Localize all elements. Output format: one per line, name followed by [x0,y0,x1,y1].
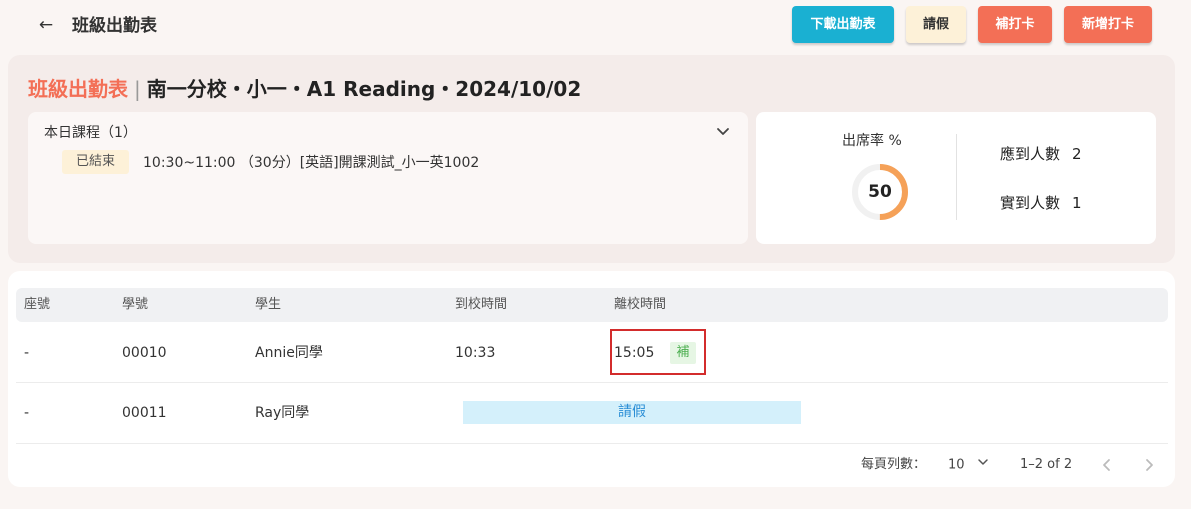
table-header: 座號 學號 學生 到校時間 離校時間 [16,288,1168,322]
makeup-tag: 補 [670,342,696,364]
summary-card: 班級出勤表 | 南一分校・小一・A1 Reading・2024/10/02 本日課程… [8,55,1175,263]
makeup-punch-button[interactable]: 補打卡 [978,6,1052,43]
cell-departure-time: 15:05 [614,345,655,361]
actual-count-label: 實到人數 [1000,194,1061,212]
rows-per-page-select[interactable]: 10 [948,454,989,476]
card-heading: 班級出勤表 | 南一分校・小一・A1 Reading・2024/10/02 [28,75,581,103]
expected-count-label: 應到人數 [1000,145,1061,163]
pagination-range: 1–2 of 2 [1020,457,1073,472]
cell-arrival-time: 10:33 [455,345,496,361]
attendance-table: 座號 學號 學生 到校時間 離校時間 - 00010 Annie同學 10:33… [8,271,1175,487]
attendance-rate-value: 50 [868,182,892,202]
chevron-right-icon[interactable] [1138,454,1160,476]
actual-count: 實到人數 1 [1000,192,1082,214]
actual-count-value: 1 [1072,194,1082,212]
chevron-down-icon[interactable] [712,121,734,143]
today-course-panel: 本日課程（1） 已結束 10:30~11:00 （30分）[英語]開課測試_小一… [28,112,748,244]
chevron-down-icon [977,454,989,476]
course-panel-title: 本日課程（1） [44,125,137,141]
course-detail: 10:30~11:00 （30分）[英語]開課測試_小一英1002 [143,155,480,171]
cell-student-name: Annie同學 [255,345,323,361]
heading-label: 班級出勤表 [28,77,128,101]
heading-class-info: 南一分校・小一・A1 Reading・2024/10/02 [146,77,582,101]
cell-student-id: 00010 [122,345,167,361]
back-arrow-icon[interactable]: ← [36,14,56,36]
download-attendance-button[interactable]: 下載出勤表 [792,6,894,43]
add-punch-button[interactable]: 新增打卡 [1064,6,1152,43]
cell-student-id: 00011 [122,405,167,421]
column-header-seat: 座號 [24,297,51,312]
attendance-stats-panel: 出席率 % 50 應到人數 2 實到人數 1 [756,112,1156,244]
status-badge: 已結束 [62,150,130,174]
column-header-arrival-time: 到校時間 [455,297,508,312]
top-bar: ← 班級出勤表 下載出勤表 請假 補打卡 新增打卡 [0,0,1191,50]
table-row[interactable]: - 00010 Annie同學 10:33 15:05 補 [16,322,1168,383]
rows-per-page-value: 10 [948,457,965,473]
rows-per-page-label: 每頁列數： [861,457,927,472]
column-header-departure-time: 離校時間 [614,297,667,312]
leave-button[interactable]: 請假 [906,6,966,43]
attendance-rate-label: 出席率 % [842,133,902,149]
leave-status-bar[interactable]: 請假 [463,401,801,424]
cell-student-name: Ray同學 [255,405,310,421]
page-title: 班級出勤表 [72,16,157,36]
expected-count-value: 2 [1072,145,1082,163]
table-row[interactable]: - 00011 Ray同學 請假 [16,383,1168,444]
course-item: 已結束 10:30~11:00 （30分）[英語]開課測試_小一英1002 [62,150,479,174]
column-header-student: 學生 [255,297,282,312]
heading-separator: | [134,77,141,101]
chevron-left-icon[interactable] [1096,454,1118,476]
stats-divider [956,134,957,220]
column-header-student-id: 學號 [122,297,149,312]
cell-seat: - [24,405,30,421]
expected-count: 應到人數 2 [1000,143,1082,165]
cell-seat: - [24,345,30,361]
